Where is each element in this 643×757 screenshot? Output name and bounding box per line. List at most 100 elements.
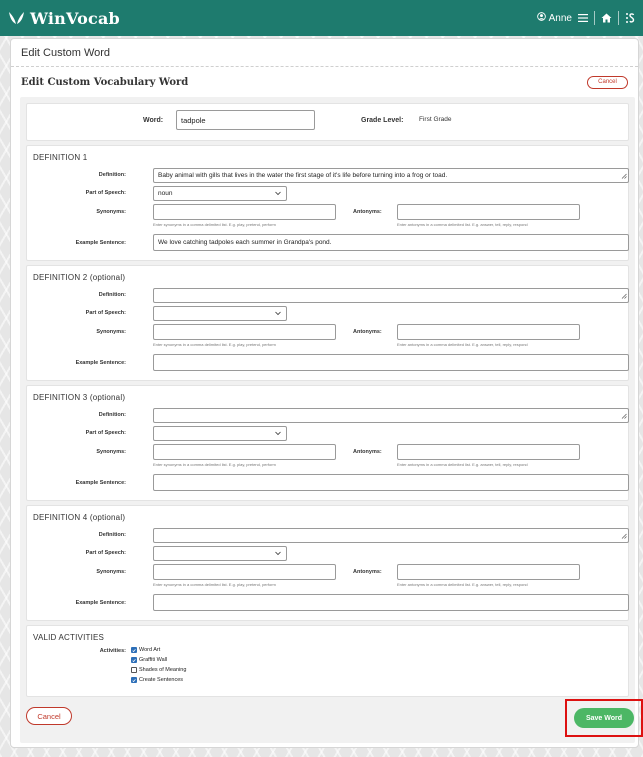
- antonyms-1-help: Enter antonyms in a comma delimited list…: [397, 222, 528, 227]
- activity-label: Word Art: [139, 647, 161, 653]
- definition-3-label: Definition:: [98, 412, 126, 418]
- example-1-input[interactable]: We love catching tadpoles each summer in…: [153, 234, 629, 251]
- part-of-speech-1-label: Part of Speech:: [85, 190, 126, 196]
- example-3-input[interactable]: [153, 474, 629, 491]
- antonyms-1-label: Antonyms:: [353, 209, 382, 215]
- example-1-label: Example Sentence:: [75, 240, 126, 246]
- nav-divider: [594, 11, 595, 25]
- cancel-button-top[interactable]: Cancel: [587, 75, 628, 89]
- nav-divider-2: [618, 11, 619, 25]
- definition-3-section: DEFINITION 3 (optional) Definition: Part…: [26, 385, 629, 501]
- synonyms-1-label: Synonyms:: [96, 209, 126, 215]
- activities-section: VALID ACTIVITIES Activities: Word Art Gr…: [26, 625, 629, 697]
- definition-1-textarea[interactable]: Baby animal with gills that lives in the…: [153, 168, 629, 183]
- synonyms-3-help: Enter synonyms in a comma delimited list…: [153, 462, 276, 467]
- synonyms-3-input[interactable]: [153, 444, 336, 460]
- definition-2-label: Definition:: [98, 292, 126, 298]
- user-menu[interactable]: Anne: [536, 12, 572, 24]
- part-of-speech-3-label: Part of Speech:: [85, 430, 126, 436]
- dashboard-icon[interactable]: [625, 12, 635, 24]
- menu-icon[interactable]: [578, 14, 588, 22]
- activity-graffiti-wall[interactable]: Graffiti Wall: [131, 657, 167, 663]
- definition-2-section: DEFINITION 2 (optional) Definition: Part…: [26, 265, 629, 381]
- word-label: Word:: [143, 117, 164, 124]
- checkbox-checked-icon[interactable]: [131, 657, 137, 663]
- synonyms-1-help: Enter synonyms in a comma delimited list…: [153, 222, 276, 227]
- resize-icon[interactable]: [621, 293, 627, 301]
- synonyms-3-label: Synonyms:: [96, 449, 126, 455]
- antonyms-3-input[interactable]: [397, 444, 580, 460]
- activity-shades-of-meaning[interactable]: Shades of Meaning: [131, 667, 186, 673]
- definition-4-textarea[interactable]: [153, 528, 629, 543]
- save-button-highlight: Save Word: [565, 699, 643, 737]
- app-name: WinVocab: [30, 8, 120, 28]
- antonyms-2-help: Enter antonyms in a comma delimited list…: [397, 342, 528, 347]
- chevron-down-icon: [275, 310, 281, 317]
- winvocab-logo-icon: [8, 11, 25, 25]
- definition-3-heading: DEFINITION 3 (optional): [33, 393, 126, 402]
- definition-3-textarea[interactable]: [153, 408, 629, 423]
- edit-word-card: Edit Custom Word Edit Custom Vocabulary …: [10, 38, 643, 748]
- synonyms-2-help: Enter synonyms in a comma delimited list…: [153, 342, 276, 347]
- form-footer: Cancel Save Word: [26, 699, 643, 741]
- synonyms-2-label: Synonyms:: [96, 329, 126, 335]
- resize-icon[interactable]: [621, 413, 627, 421]
- word-section: Word: tadpole Grade Level: First Grade: [26, 103, 629, 141]
- definition-2-heading: DEFINITION 2 (optional): [33, 273, 126, 282]
- chevron-down-icon: [275, 190, 281, 197]
- definition-4-label: Definition:: [98, 532, 126, 538]
- example-2-input[interactable]: [153, 354, 629, 371]
- antonyms-3-label: Antonyms:: [353, 449, 382, 455]
- page-title: Edit Custom Word: [11, 39, 638, 67]
- word-input[interactable]: tadpole: [176, 110, 315, 130]
- grade-level-label: Grade Level:: [361, 117, 404, 124]
- user-name: Anne: [548, 12, 572, 24]
- chevron-down-icon: [275, 550, 281, 557]
- part-of-speech-3-select[interactable]: [153, 426, 287, 441]
- home-icon[interactable]: [601, 13, 612, 23]
- definition-1-label: Definition:: [98, 172, 126, 178]
- synonyms-1-input[interactable]: [153, 204, 336, 220]
- activities-label: Activities:: [99, 648, 126, 654]
- part-of-speech-2-select[interactable]: [153, 306, 287, 321]
- definition-1-text: Baby animal with gills that lives in the…: [158, 172, 448, 179]
- definition-4-section: DEFINITION 4 (optional) Definition: Part…: [26, 505, 629, 621]
- part-of-speech-2-label: Part of Speech:: [85, 310, 126, 316]
- antonyms-3-help: Enter antonyms in a comma delimited list…: [397, 462, 528, 467]
- definition-1-section: DEFINITION 1 Definition: Baby animal wit…: [26, 145, 629, 261]
- part-of-speech-1-select[interactable]: noun: [153, 186, 287, 201]
- grade-level-value: First Grade: [419, 116, 452, 123]
- definition-4-heading: DEFINITION 4 (optional): [33, 513, 126, 522]
- antonyms-4-label: Antonyms:: [353, 569, 382, 575]
- cancel-button[interactable]: Cancel: [26, 707, 72, 725]
- antonyms-4-input[interactable]: [397, 564, 580, 580]
- activity-label: Graffiti Wall: [139, 657, 168, 663]
- save-word-button[interactable]: Save Word: [574, 708, 634, 728]
- definition-2-textarea[interactable]: [153, 288, 629, 303]
- antonyms-2-label: Antonyms:: [353, 329, 382, 335]
- checkbox-checked-icon[interactable]: [131, 647, 137, 653]
- checkbox-unchecked-icon[interactable]: [131, 667, 137, 673]
- checkbox-checked-icon[interactable]: [131, 677, 137, 683]
- part-of-speech-4-label: Part of Speech:: [85, 550, 126, 556]
- resize-icon[interactable]: [621, 533, 627, 541]
- antonyms-1-input[interactable]: [397, 204, 580, 220]
- app-logo[interactable]: WinVocab: [8, 9, 120, 28]
- top-bar: WinVocab Anne: [0, 0, 643, 36]
- example-4-input[interactable]: [153, 594, 629, 611]
- part-of-speech-1-value: noun: [158, 190, 173, 197]
- synonyms-4-help: Enter synonyms in a comma delimited list…: [153, 582, 276, 587]
- activity-create-sentences[interactable]: Create Sentences: [131, 677, 183, 683]
- resize-icon[interactable]: [621, 173, 627, 181]
- form-body: Word: tadpole Grade Level: First Grade D…: [20, 97, 643, 743]
- example-3-label: Example Sentence:: [75, 480, 126, 486]
- part-of-speech-4-select[interactable]: [153, 546, 287, 561]
- activity-label: Create Sentences: [139, 677, 184, 683]
- activities-heading: VALID ACTIVITIES: [33, 633, 105, 642]
- antonyms-2-input[interactable]: [397, 324, 580, 340]
- synonyms-4-input[interactable]: [153, 564, 336, 580]
- user-icon: [536, 12, 546, 24]
- form-title: Edit Custom Vocabulary Word: [21, 76, 189, 88]
- synonyms-2-input[interactable]: [153, 324, 336, 340]
- activity-word-art[interactable]: Word Art: [131, 647, 160, 653]
